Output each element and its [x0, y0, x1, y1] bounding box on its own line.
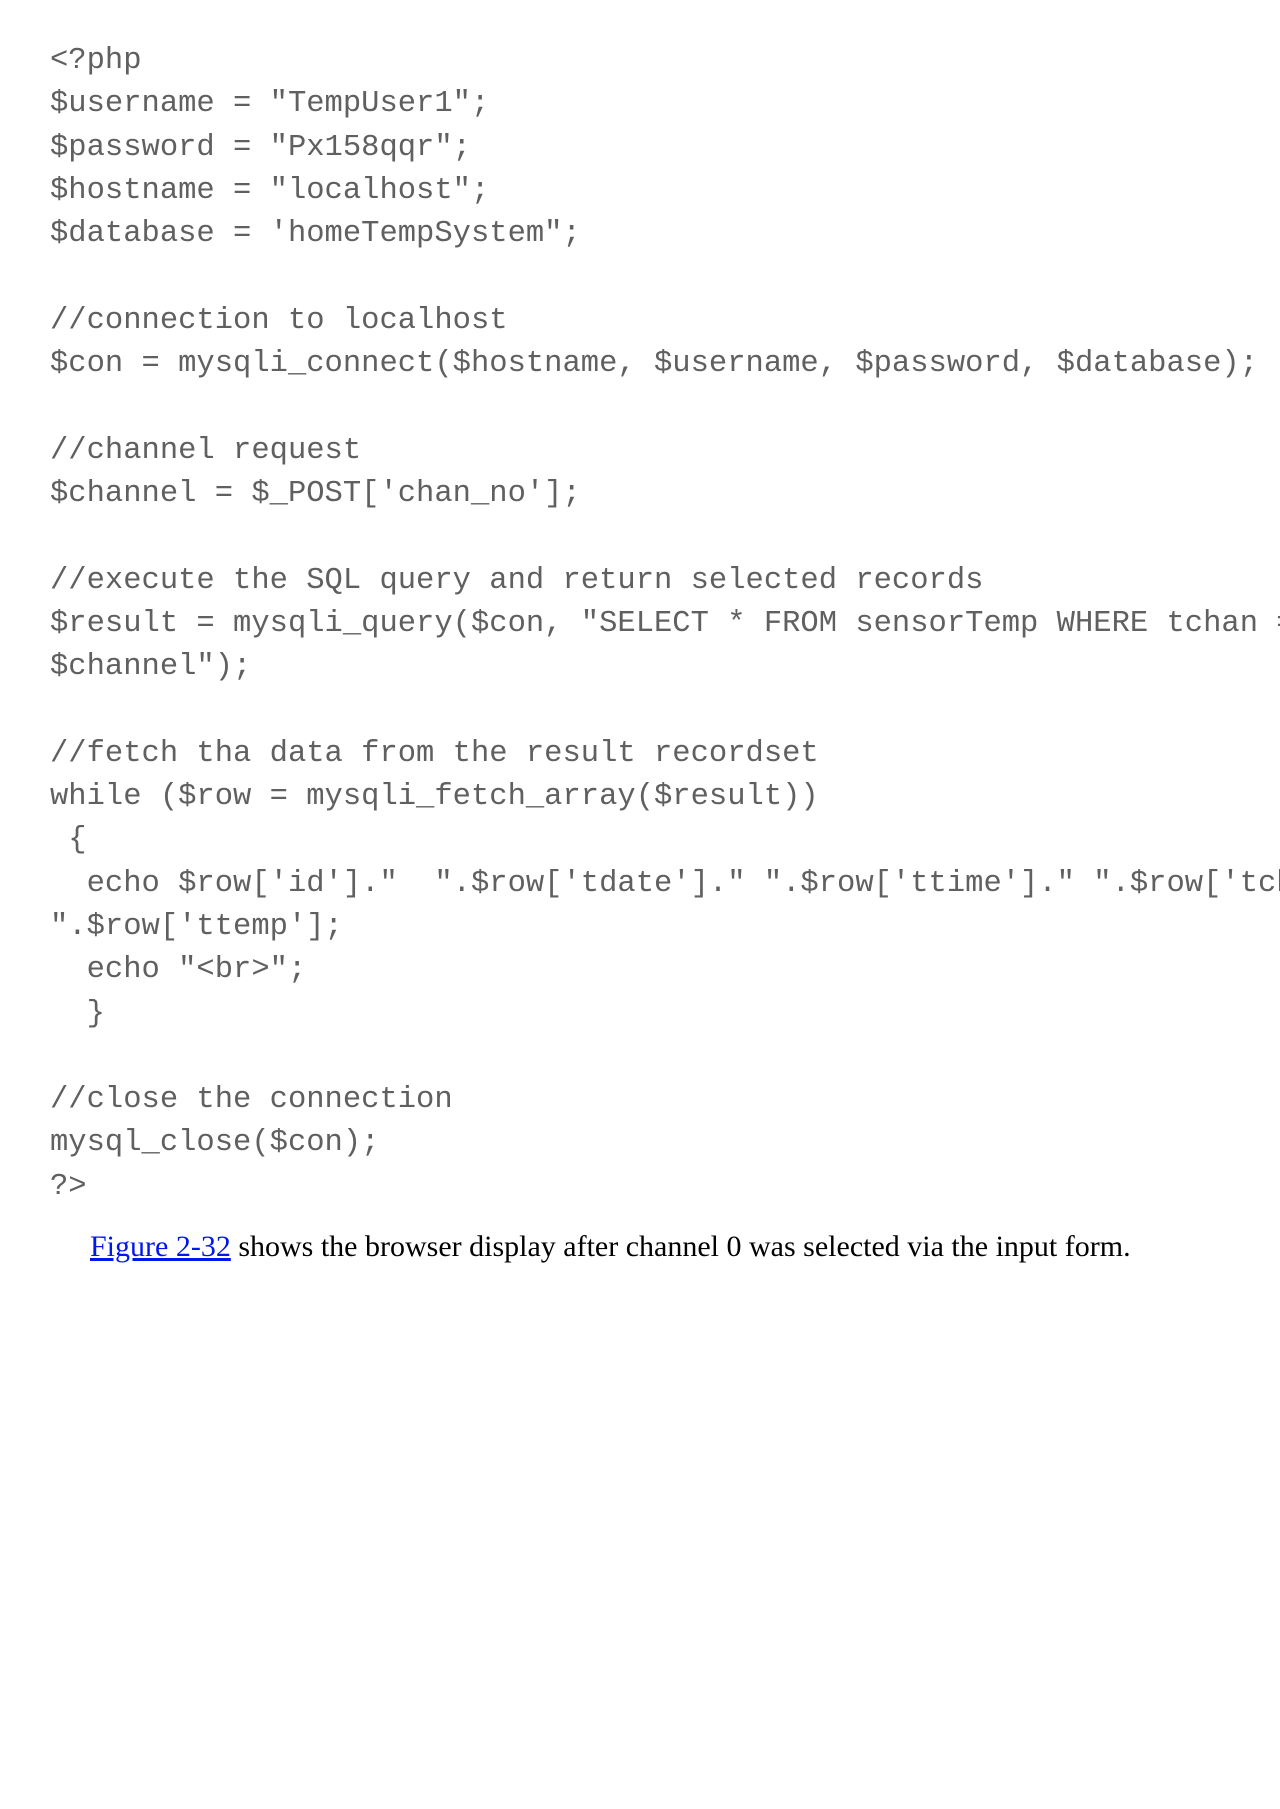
code-line: $hostname = "localhost"; — [50, 174, 489, 208]
code-line: $password = "Px158qqr"; — [50, 131, 471, 165]
figure-caption: Figure 2-32 shows the browser display af… — [40, 1227, 1240, 1268]
page-content: <?php $username = "TempUser1"; $password… — [0, 0, 1280, 1328]
code-line: ?> — [50, 1170, 87, 1204]
figure-link[interactable]: Figure 2-32 — [90, 1230, 231, 1263]
code-line: while ($row = mysqli_fetch_array($result… — [50, 780, 819, 814]
code-line: ".$row['ttemp']; — [50, 910, 343, 944]
code-line: //execute the SQL query and return selec… — [50, 564, 983, 598]
code-line: //connection to localhost — [50, 304, 508, 338]
code-line: //close the connection — [50, 1083, 453, 1117]
code-line: { — [50, 823, 87, 857]
code-line: $database = 'homeTempSystem"; — [50, 217, 581, 251]
code-line: $result = mysqli_query($con, "SELECT * F… — [50, 607, 1280, 641]
code-line: $con = mysqli_connect($hostname, $userna… — [50, 347, 1258, 381]
code-line: $channel"); — [50, 650, 251, 684]
code-line: } — [50, 997, 105, 1031]
code-line: //fetch tha data from the result records… — [50, 737, 819, 771]
php-code-block: <?php $username = "TempUser1"; $password… — [50, 40, 1240, 1209]
code-line: $channel = $_POST['chan_no']; — [50, 477, 581, 511]
code-line: mysql_close($con); — [50, 1126, 379, 1160]
code-line: //channel request — [50, 434, 361, 468]
code-line: $username = "TempUser1"; — [50, 87, 489, 121]
code-line: echo $row['id']." ".$row['tdate']." ".$r… — [50, 867, 1280, 901]
code-line: <?php — [50, 44, 142, 78]
caption-text: shows the browser display after channel … — [231, 1230, 1131, 1263]
code-line: echo "<br>"; — [50, 953, 306, 987]
